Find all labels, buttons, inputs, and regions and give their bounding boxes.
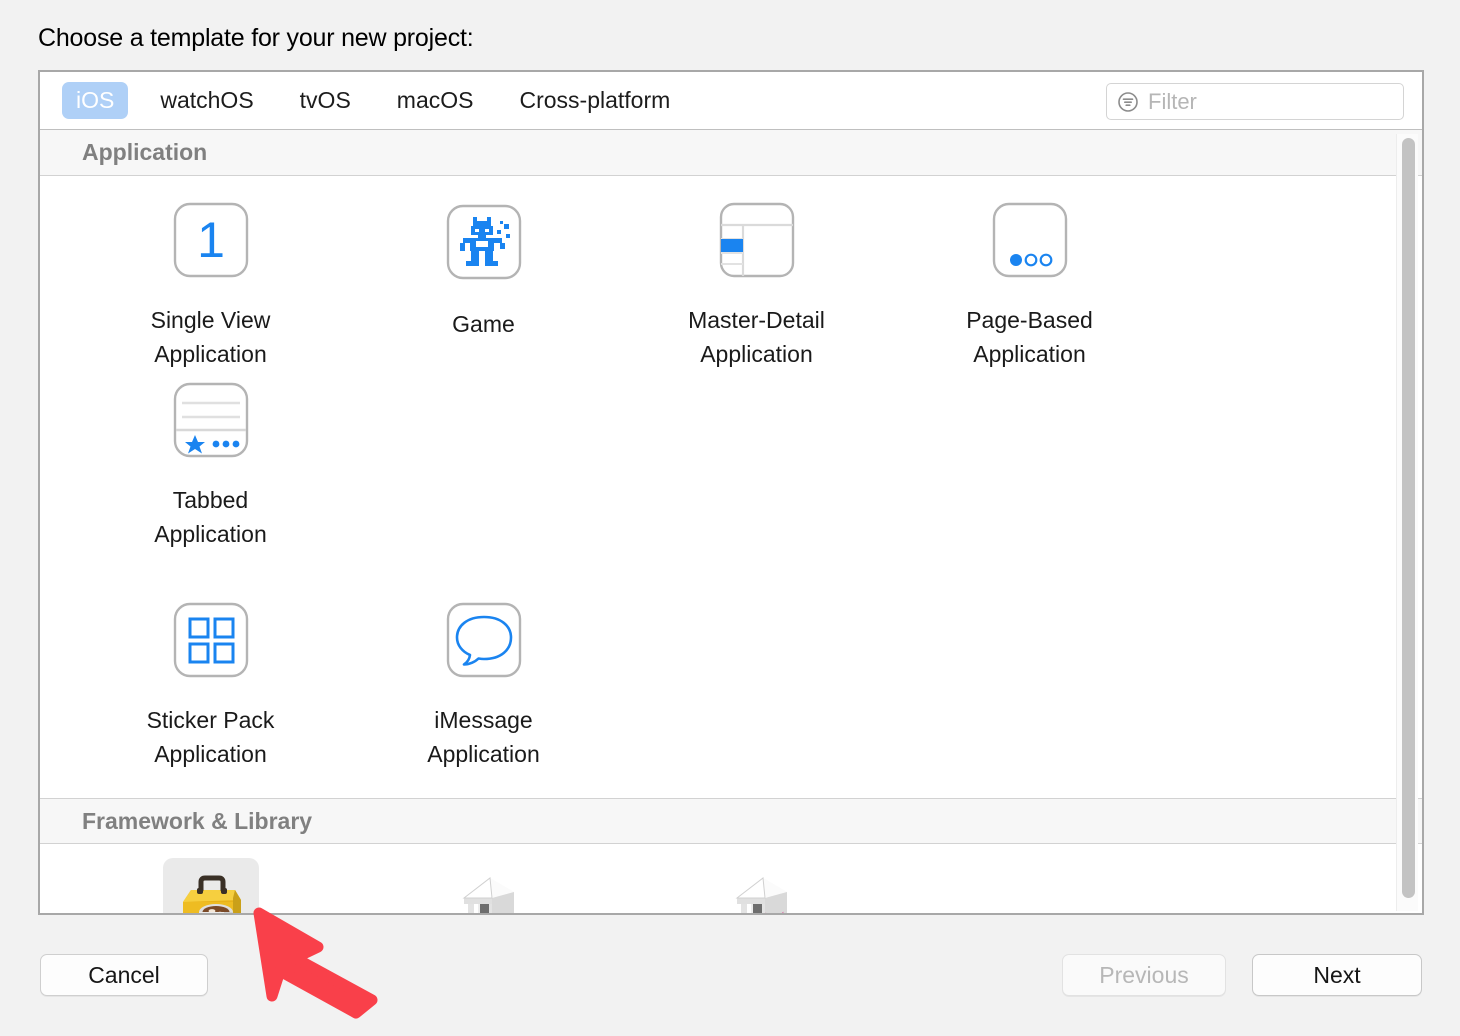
filter-icon xyxy=(1117,91,1139,113)
scrollbar-thumb[interactable] xyxy=(1402,138,1415,898)
game-robot-icon xyxy=(446,204,521,280)
tab-macos[interactable]: macOS xyxy=(383,82,488,119)
cocoa-touch-static-library-icon-wrap: Touch xyxy=(436,858,532,913)
single-view-icon: 1 xyxy=(173,202,248,278)
template-imessage-application[interactable]: iMessage Application xyxy=(347,594,620,774)
template-tabbed-application[interactable]: Tabbed Application xyxy=(74,374,347,554)
previous-button: Previous xyxy=(1062,954,1226,996)
single-view-icon-wrap: 1 xyxy=(163,194,259,286)
template-chooser-panel: iOS watchOS tvOS macOS Cross-platform Ap… xyxy=(38,70,1424,915)
game-icon-wrap xyxy=(436,194,532,290)
page-title: Choose a template for your new project: xyxy=(38,24,474,52)
template-page-based-application[interactable]: Page-Based Application xyxy=(893,194,1166,374)
sticker-pack-icon-wrap xyxy=(163,594,259,686)
application-grid-row-1: 1 Single View Application Game Master-De… xyxy=(40,176,1422,554)
template-label: iMessage Application xyxy=(427,707,540,767)
template-list: Application 1 Single View Application Ga… xyxy=(40,130,1422,913)
template-sticker-pack-application[interactable]: Sticker Pack Application xyxy=(74,594,347,774)
template-label: Tabbed Application xyxy=(154,487,267,547)
template-label: Game xyxy=(452,311,515,337)
library-touch-icon: Touch xyxy=(462,877,514,913)
template-label: Page-Based Application xyxy=(966,307,1093,367)
tabbed-icon-wrap xyxy=(163,374,259,466)
template-game[interactable]: Game xyxy=(347,194,620,374)
tab-cross-platform[interactable]: Cross-platform xyxy=(505,82,684,119)
tab-ios[interactable]: iOS xyxy=(62,82,129,119)
section-header-application: Application xyxy=(40,130,1422,176)
svg-text:1: 1 xyxy=(197,212,225,268)
imessage-bubble-icon xyxy=(446,602,521,678)
template-cocoa-touch-static-library[interactable]: Touch Cocoa Touch Static Library xyxy=(347,858,620,913)
template-label: Sticker Pack Application xyxy=(146,707,275,767)
cocoa-touch-framework-icon-wrap xyxy=(162,858,259,913)
next-button[interactable]: Next xyxy=(1252,954,1422,996)
template-label: Master-Detail Application xyxy=(688,307,825,367)
metal-library-icon-wrap xyxy=(709,858,805,913)
section-header-framework-library: Framework & Library xyxy=(40,798,1422,844)
vertical-scrollbar[interactable] xyxy=(1396,134,1418,911)
page-based-icon-wrap xyxy=(982,194,1078,286)
template-single-view-application[interactable]: 1 Single View Application xyxy=(74,194,347,374)
tab-watchos[interactable]: watchOS xyxy=(146,82,267,119)
page-based-icon xyxy=(992,202,1067,278)
tabbed-icon xyxy=(173,382,248,458)
sticker-pack-icon xyxy=(173,602,248,678)
application-grid-row-2: Sticker Pack Application iMessage Applic… xyxy=(40,554,1422,774)
filter-field[interactable] xyxy=(1106,83,1404,120)
master-detail-icon xyxy=(719,202,794,278)
tab-tvos[interactable]: tvOS xyxy=(286,82,365,119)
toolbox-cocoa-icon xyxy=(182,875,241,913)
platform-tabbar: iOS watchOS tvOS macOS Cross-platform xyxy=(40,72,1422,130)
template-master-detail-application[interactable]: Master-Detail Application xyxy=(620,194,893,374)
search-input[interactable] xyxy=(1148,88,1388,115)
library-metal-icon xyxy=(735,877,787,913)
master-detail-icon-wrap xyxy=(709,194,805,286)
imessage-icon-wrap xyxy=(436,594,532,686)
template-metal-library[interactable]: Metal Library xyxy=(620,858,893,913)
cancel-button[interactable]: Cancel xyxy=(40,954,208,996)
framework-library-grid: Cocoa Touch Framework xyxy=(40,844,1422,913)
template-cocoa-touch-framework[interactable]: Cocoa Touch Framework xyxy=(74,858,347,913)
template-label: Single View Application xyxy=(150,307,271,367)
